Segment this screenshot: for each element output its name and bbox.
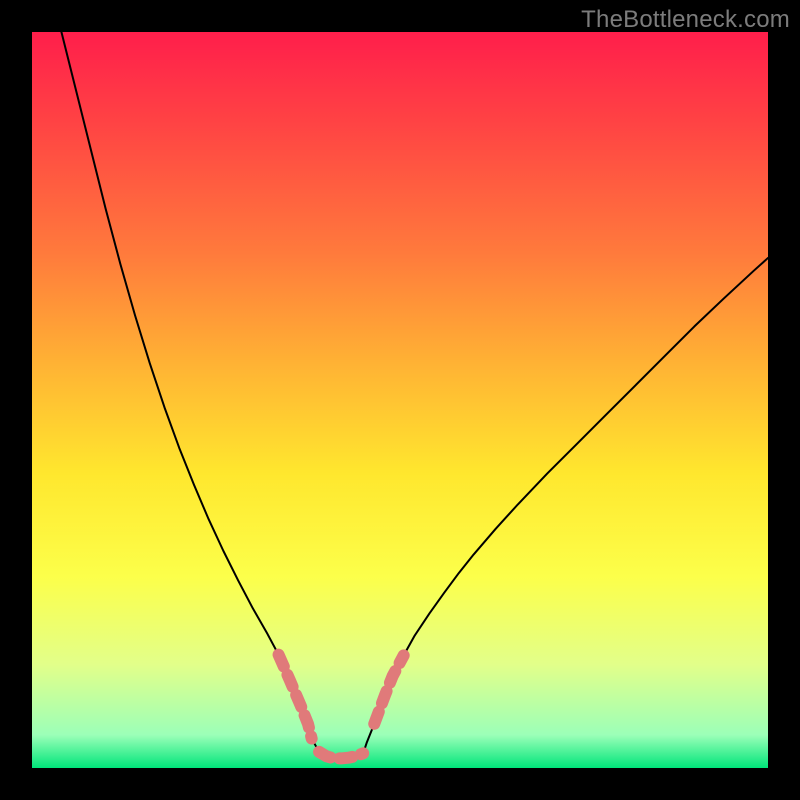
bottleneck-chart	[32, 32, 768, 768]
plot-area	[32, 32, 768, 768]
outer-frame: TheBottleneck.com	[0, 0, 800, 800]
watermark-text: TheBottleneck.com	[581, 6, 790, 34]
highlight-valley-floor	[319, 752, 363, 759]
